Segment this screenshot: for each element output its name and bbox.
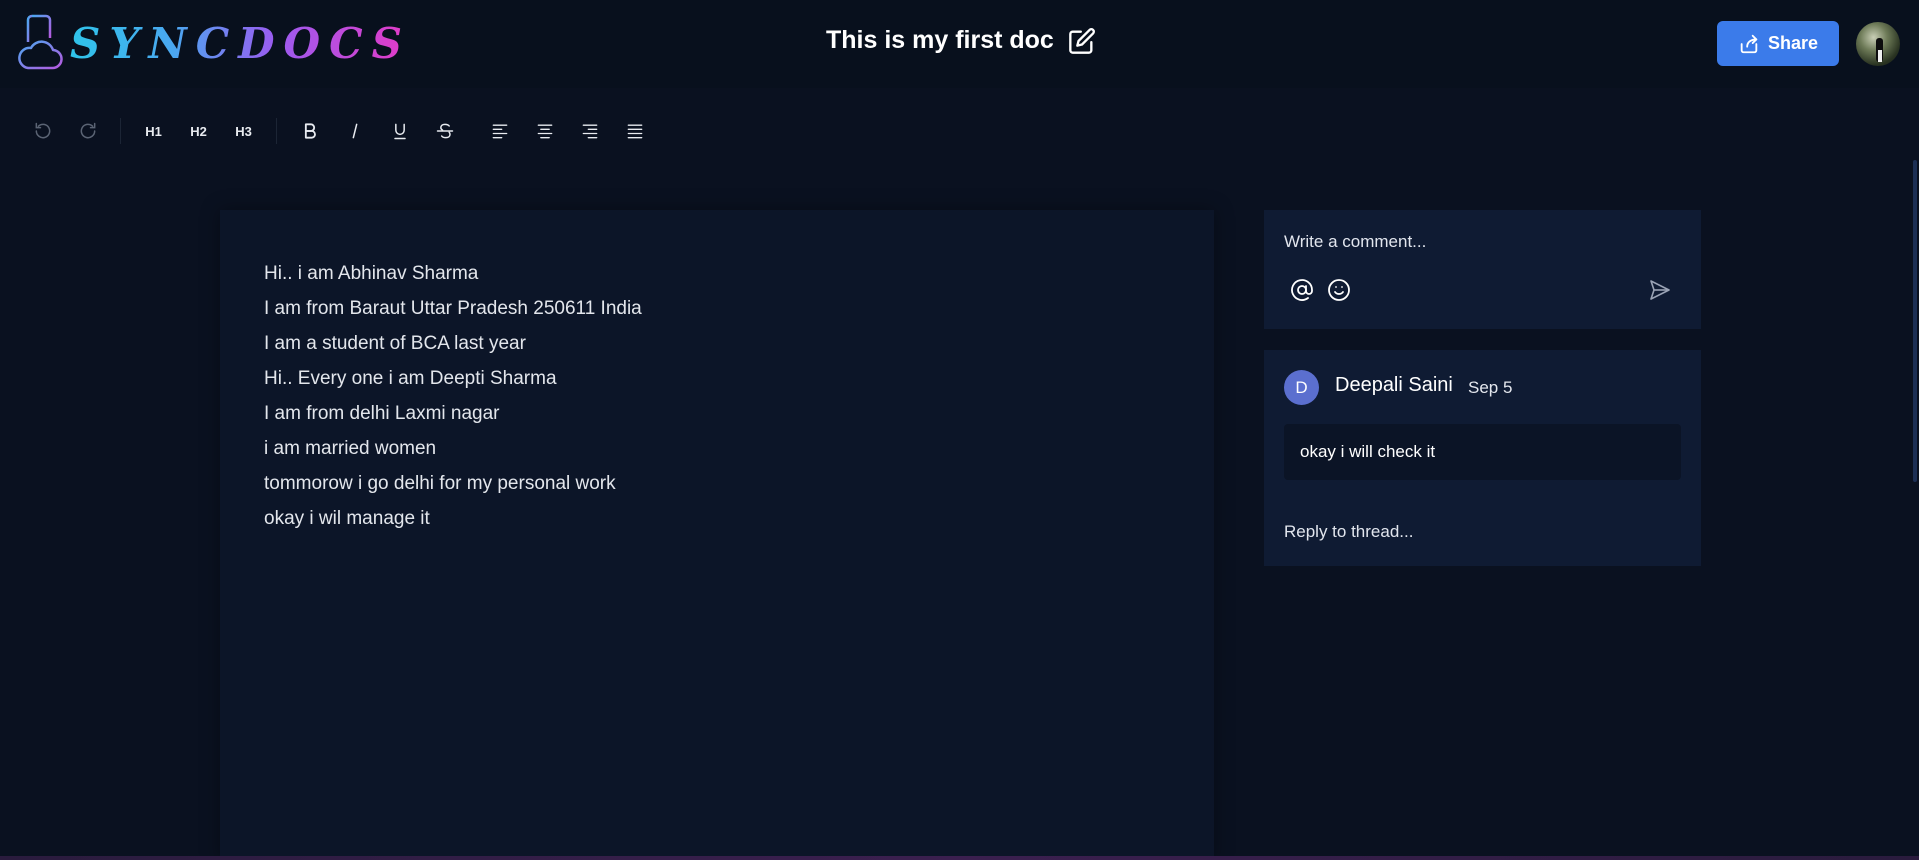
bottom-edge	[0, 856, 1919, 860]
share-button[interactable]: Share	[1717, 21, 1839, 66]
page-scrollbar-thumb[interactable]	[1913, 160, 1917, 482]
align-right-icon	[582, 124, 597, 139]
align-right-button[interactable]	[567, 109, 612, 153]
comment-thread: D Deepali Saini Sep 5 okay i will check …	[1264, 350, 1701, 566]
app-logo[interactable]: SYNCDOCS	[18, 14, 411, 72]
heading-3-button[interactable]: H3	[221, 109, 266, 153]
redo-button[interactable]	[65, 109, 110, 153]
share-icon	[1740, 34, 1758, 53]
align-justify-icon	[627, 124, 642, 139]
logo-wordmark: SYNCDOCS	[70, 18, 411, 68]
document-title-area: This is my first doc	[826, 26, 1096, 55]
align-left-button[interactable]	[477, 109, 522, 153]
cloud-doc-icon	[18, 14, 63, 70]
comment-author-avatar: D	[1284, 370, 1319, 405]
editor-line[interactable]: I am a student of BCA last year	[264, 326, 642, 361]
at-mention-icon[interactable]	[1290, 278, 1314, 302]
user-avatar[interactable]	[1856, 22, 1900, 66]
formatting-toolbar: H1 H2 H3	[20, 109, 657, 153]
editor-content[interactable]: Hi.. i am Abhinav Sharma I am from Barau…	[264, 256, 642, 536]
comment-author-name: Deepali Saini	[1335, 374, 1453, 396]
heading-1-button[interactable]: H1	[131, 109, 176, 153]
send-icon[interactable]	[1648, 278, 1672, 302]
app-header: SYNCDOCS This is my first doc Share	[0, 0, 1919, 88]
toolbar-divider	[120, 118, 121, 144]
align-justify-button[interactable]	[612, 109, 657, 153]
italic-icon	[352, 123, 357, 139]
strikethrough-icon	[436, 123, 453, 139]
emoji-icon[interactable]	[1327, 278, 1351, 302]
editor-line[interactable]: i am married women	[264, 431, 642, 466]
bold-button[interactable]	[287, 109, 332, 153]
redo-icon	[80, 122, 95, 139]
avatar-photo-detail	[1878, 50, 1882, 62]
italic-button[interactable]	[332, 109, 377, 153]
edit-icon[interactable]	[1068, 27, 1096, 55]
editor-line[interactable]: I am from Baraut Uttar Pradesh 250611 In…	[264, 291, 642, 326]
undo-icon	[35, 122, 50, 139]
comment-body: okay i will check it	[1284, 424, 1681, 480]
align-center-button[interactable]	[522, 109, 567, 153]
comment-composer: Write a comment...	[1264, 210, 1701, 329]
editor-line[interactable]: Hi.. i am Abhinav Sharma	[264, 256, 642, 291]
editor-line[interactable]: tommorow i go delhi for my personal work	[264, 466, 642, 501]
editor-line[interactable]: Hi.. Every one i am Deepti Sharma	[264, 361, 642, 396]
document-title: This is my first doc	[826, 26, 1054, 54]
editor-line[interactable]: I am from delhi Laxmi nagar	[264, 396, 642, 431]
align-left-icon	[492, 124, 507, 139]
comment-text: okay i will check it	[1300, 442, 1436, 461]
comment-input[interactable]: Write a comment...	[1284, 232, 1426, 252]
editor-line[interactable]: okay i wil manage it	[264, 501, 642, 536]
underline-button[interactable]	[377, 109, 422, 153]
strikethrough-button[interactable]	[422, 109, 467, 153]
undo-button[interactable]	[20, 109, 65, 153]
comment-date: Sep 5	[1468, 378, 1513, 397]
share-button-label: Share	[1767, 33, 1819, 53]
underline-icon	[393, 123, 406, 140]
toolbar-divider	[276, 118, 277, 144]
heading-2-button[interactable]: H2	[176, 109, 221, 153]
reply-input[interactable]: Reply to thread...	[1284, 522, 1413, 542]
align-center-icon	[537, 124, 552, 139]
document-editor[interactable]: Hi.. i am Abhinav Sharma I am from Barau…	[220, 210, 1214, 860]
bold-icon	[304, 123, 316, 139]
